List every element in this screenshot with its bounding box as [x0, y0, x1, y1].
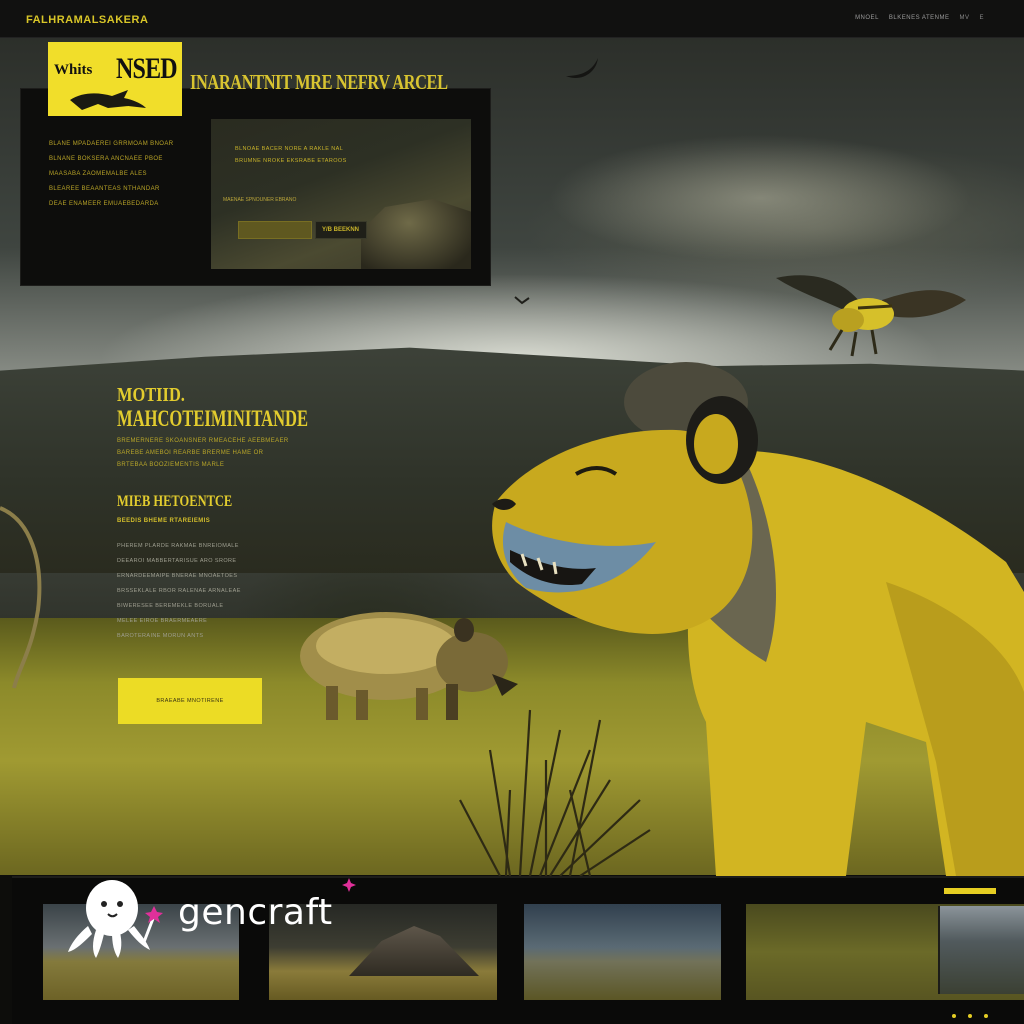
- watermark-text: gencraft: [178, 892, 333, 933]
- crescent-moon-icon: [566, 58, 598, 78]
- hero-text-block: BLANE MPADAEREI GRRMOAM BNOAR BLNANE BOK…: [49, 141, 174, 216]
- section-title: MAHCOTEIMINITANDE: [117, 406, 309, 431]
- list-item: DEEAROI MABBERTARISUE ARO SRORE: [117, 558, 237, 564]
- flying-insect-icon: [776, 275, 966, 357]
- list-item: BAROTERAINE MORUN ANTS: [117, 633, 204, 639]
- nav-item-3[interactable]: MV: [959, 15, 969, 21]
- gallery-badge: [944, 888, 996, 894]
- section-body-line: BREMERNERE SKOANSNER RMEACEHE AEEBMEAER: [117, 438, 289, 444]
- inner-secondary-button[interactable]: Y/B BEEKNN: [315, 221, 367, 239]
- list-item: ERNARDEEMAIPE BNERAE MNOAETOES: [117, 573, 238, 579]
- section-kicker: MOTIID.: [117, 384, 185, 406]
- list-item: MELEE EIROE BRAERMEAERE: [117, 618, 208, 624]
- hero-heading: INARANTNIT MRE NEFRV ARCEL: [190, 70, 448, 94]
- pagination-dot[interactable]: [968, 1014, 972, 1018]
- top-nav-menu: MNOEL BLKENES ATENME MV E: [855, 15, 984, 21]
- small-bird-icon: [514, 296, 530, 305]
- curved-grass-stalk: [0, 506, 42, 689]
- inner-text-line: BLNOAE BACER NORE A RAKLE NAL: [235, 146, 344, 152]
- hero-text-line: MAASABA ZAOMEMALBE ALES: [49, 171, 147, 177]
- octopus-logo-icon: [68, 880, 163, 958]
- nav-item-2[interactable]: BLKENES ATENME: [889, 15, 950, 21]
- section-subtitle: MIEB HETOENTCE: [117, 493, 233, 510]
- gallery-thumbnail-3[interactable]: [524, 904, 721, 1000]
- inner-caption: MAENAE SPNOUNER EBRANO: [223, 197, 297, 203]
- logo-large-text: NSED: [116, 52, 178, 85]
- mountain-shape: [349, 926, 479, 976]
- site-logo[interactable]: Whits NSED: [48, 42, 182, 116]
- page-root: FALHRAMALSAKERA MNOEL BLKENES ATENME MV …: [0, 0, 1024, 1024]
- section-body-line: BAREBE AMEBOI REARBE BRERME HAME OR: [117, 450, 264, 456]
- gallery-thumbnail-inset: [938, 906, 1024, 994]
- section-subtitle-small: BEEDIS BHEME RTAREIEMIS: [117, 518, 211, 524]
- inner-text-block: BLNOAE BACER NORE A RAKLE NAL BRUMNE NRO…: [235, 146, 347, 170]
- gencraft-watermark: gencraft: [66, 876, 366, 958]
- hero-text-line: DEAE ENAMEER EMUAEBEDARDA: [49, 201, 159, 207]
- hero-inner-card: BLNOAE BACER NORE A RAKLE NAL BRUMNE NRO…: [211, 119, 471, 269]
- hero-text-line: BLEAREE BEAANTEAS NTHANDAR: [49, 186, 160, 192]
- section-body: BREMERNERE SKOANSNER RMEACEHE AEEBMEAER …: [117, 438, 289, 474]
- rock-formation: [361, 199, 471, 269]
- hero-text-line: BLNANE BOKSERA ANCNAEE PBOE: [49, 156, 163, 162]
- hero-text-line: BLANE MPADAEREI GRRMOAM BNOAR: [49, 141, 174, 147]
- gallery-pagination: [952, 1014, 988, 1018]
- brand-logo-text[interactable]: FALHRAMALSAKERA: [26, 14, 148, 26]
- top-navbar: FALHRAMALSAKERA MNOEL BLKENES ATENME MV …: [0, 0, 1024, 38]
- sparkle-icon: [342, 878, 356, 892]
- pagination-dot[interactable]: [952, 1014, 956, 1018]
- section-body-line: BRTEBAA BOOZIEMENTIS MARLE: [117, 462, 225, 468]
- list-item: BRSSEKLALE RBOR RALENAE ARNALEAE: [117, 588, 241, 594]
- lion-illustration: [492, 362, 1024, 876]
- list-item: PHEREM PLARDE RAKMAE BNREIOMALE: [117, 543, 239, 549]
- pagination-dot[interactable]: [984, 1014, 988, 1018]
- gallery-thumbnail-4[interactable]: [746, 904, 1024, 1000]
- nav-item-1[interactable]: MNOEL: [855, 15, 879, 21]
- nav-item-4[interactable]: E: [979, 15, 984, 21]
- list-item: BIWERESEE BEREMEKLE BORUALE: [117, 603, 224, 609]
- inner-text-line: BRUMNE NROKE EKSRABE ETAROOS: [235, 158, 347, 164]
- cta-button[interactable]: BRAEABE MNOTIRENE: [118, 678, 262, 724]
- inner-primary-button[interactable]: [238, 221, 312, 239]
- section-list: PHEREM PLARDE RAKMAE BNREIOMALE DEEAROI …: [117, 543, 241, 648]
- logo-animal-icon: [70, 90, 146, 110]
- hero-panel: BLANE MPADAEREI GRRMOAM BNOAR BLNANE BOK…: [20, 88, 491, 286]
- logo-small-text: Whits: [54, 62, 93, 78]
